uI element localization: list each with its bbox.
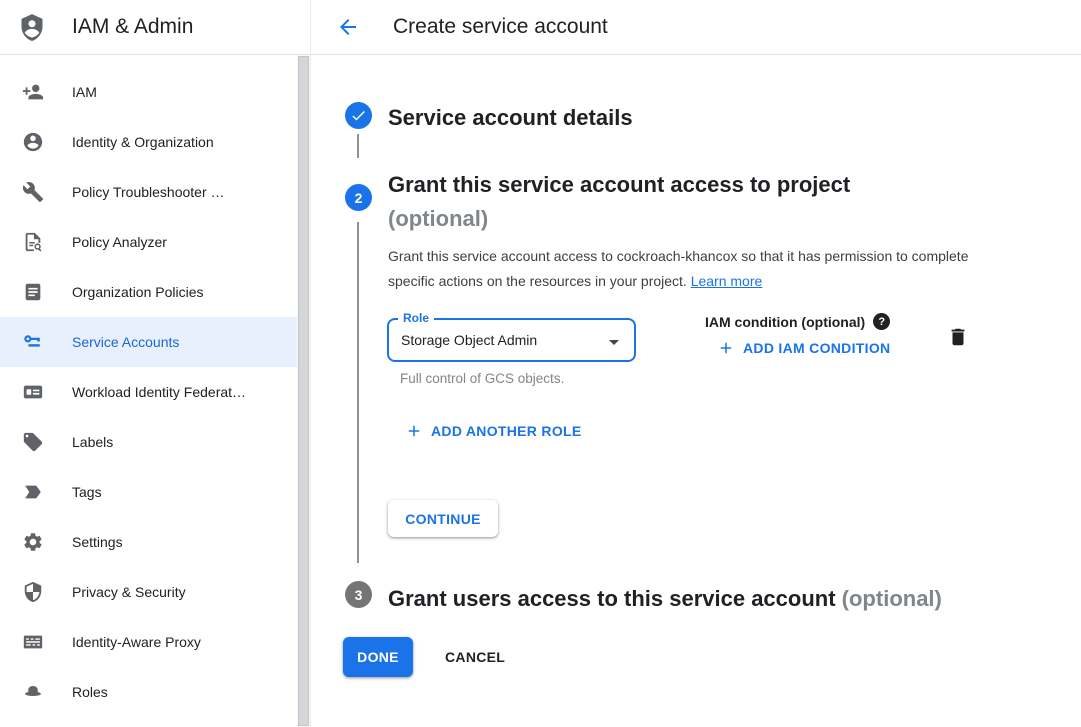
gear-icon xyxy=(22,531,44,553)
iam-condition-block: IAM condition (optional) ? ADD IAM CONDI… xyxy=(705,313,890,357)
step2-number-circle: 2 xyxy=(345,184,372,211)
sidebar-item-identity-organization[interactable]: Identity & Organization xyxy=(0,117,297,167)
role-select[interactable]: Role Storage Object Admin xyxy=(387,318,636,362)
continue-button[interactable]: CONTINUE xyxy=(388,500,498,537)
sidebar-nav: IAM Identity & Organization Policy Troub… xyxy=(0,55,310,717)
sidebar-item-policy-analyzer[interactable]: Policy Analyzer xyxy=(0,217,297,267)
sidebar-item-policy-troubleshooter[interactable]: Policy Troubleshooter … xyxy=(0,167,297,217)
sidebar-item-settings[interactable]: Settings xyxy=(0,517,297,567)
step2-title-text: Grant this service account access to pro… xyxy=(388,168,850,202)
add-another-role-button[interactable]: ADD ANOTHER ROLE xyxy=(405,422,582,440)
sidebar-item-service-accounts[interactable]: Service Accounts xyxy=(0,317,297,367)
scrollbar-thumb[interactable] xyxy=(298,56,309,726)
sidebar-item-privacy-security[interactable]: Privacy & Security xyxy=(0,567,297,617)
iam-condition-label: IAM condition (optional) xyxy=(705,314,865,330)
step3-title: Grant users access to this service accou… xyxy=(388,582,942,616)
plus-icon xyxy=(717,339,735,357)
sidebar-item-identity-aware-proxy[interactable]: Identity-Aware Proxy xyxy=(0,617,297,667)
form-actions: DONE CANCEL xyxy=(343,637,505,677)
sidebar-item-tags[interactable]: Tags xyxy=(0,467,297,517)
sidebar-header: IAM & Admin xyxy=(0,0,310,55)
proxy-banner-icon xyxy=(22,631,44,653)
step2-description: Grant this service account access to coc… xyxy=(388,244,976,294)
step3-title-text: Grant users access to this service accou… xyxy=(388,586,836,611)
cancel-button[interactable]: CANCEL xyxy=(445,649,505,665)
app-window: IAM & Admin IAM Identity & Organization … xyxy=(0,0,1081,727)
org-policies-document-icon xyxy=(22,281,44,303)
role-field-label: Role xyxy=(398,311,434,325)
sidebar-item-organization-policies[interactable]: Organization Policies xyxy=(0,267,297,317)
label-tag-icon xyxy=(22,431,44,453)
step1-title[interactable]: Service account details xyxy=(388,101,633,135)
step3-optional-label: (optional) xyxy=(842,586,942,611)
workload-identity-card-icon xyxy=(22,381,44,403)
step-connector-line xyxy=(357,134,359,158)
sidebar-item-roles[interactable]: Roles xyxy=(0,667,297,717)
plus-icon xyxy=(405,422,423,440)
done-button[interactable]: DONE xyxy=(343,637,413,677)
tag-arrow-icon xyxy=(22,481,44,503)
sidebar-item-labels[interactable]: Labels xyxy=(0,417,297,467)
sidebar-item-workload-identity-federation[interactable]: Workload Identity Federat… xyxy=(0,367,297,417)
stepper-content: Service account details 2 Grant this ser… xyxy=(311,55,1081,727)
sidebar: IAM & Admin IAM Identity & Organization … xyxy=(0,0,311,727)
app-title: IAM & Admin xyxy=(72,15,193,39)
service-accounts-key-icon xyxy=(22,331,44,353)
iam-admin-shield-logo xyxy=(18,12,46,42)
wrench-icon xyxy=(22,181,44,203)
help-icon[interactable]: ? xyxy=(873,313,890,330)
learn-more-link[interactable]: Learn more xyxy=(691,273,763,289)
add-iam-condition-button[interactable]: ADD IAM CONDITION xyxy=(717,339,890,357)
sidebar-scrollbar[interactable] xyxy=(297,55,310,727)
account-circle-icon xyxy=(22,131,44,153)
step2-optional-label: (optional) xyxy=(388,202,850,236)
role-selected-value: Storage Object Admin xyxy=(401,332,537,348)
main-header: Create service account xyxy=(311,0,1081,55)
step-connector-line xyxy=(357,222,359,563)
role-helper-text: Full control of GCS objects. xyxy=(400,371,564,386)
sidebar-item-iam[interactable]: IAM xyxy=(0,67,297,117)
step3-number-circle: 3 xyxy=(345,581,372,608)
page-title: Create service account xyxy=(393,15,608,39)
main-panel: Create service account Service account d… xyxy=(311,0,1081,727)
person-add-icon xyxy=(22,81,44,103)
roles-hat-icon xyxy=(22,681,44,703)
step1-check-circle xyxy=(345,102,372,129)
back-arrow-icon[interactable] xyxy=(336,15,360,39)
dropdown-arrow-icon xyxy=(602,330,626,354)
step2-title: Grant this service account access to pro… xyxy=(388,168,850,236)
check-icon xyxy=(350,107,367,124)
delete-role-trash-icon[interactable] xyxy=(947,326,971,350)
shield-half-icon xyxy=(22,581,44,603)
policy-analyzer-icon xyxy=(22,231,44,253)
